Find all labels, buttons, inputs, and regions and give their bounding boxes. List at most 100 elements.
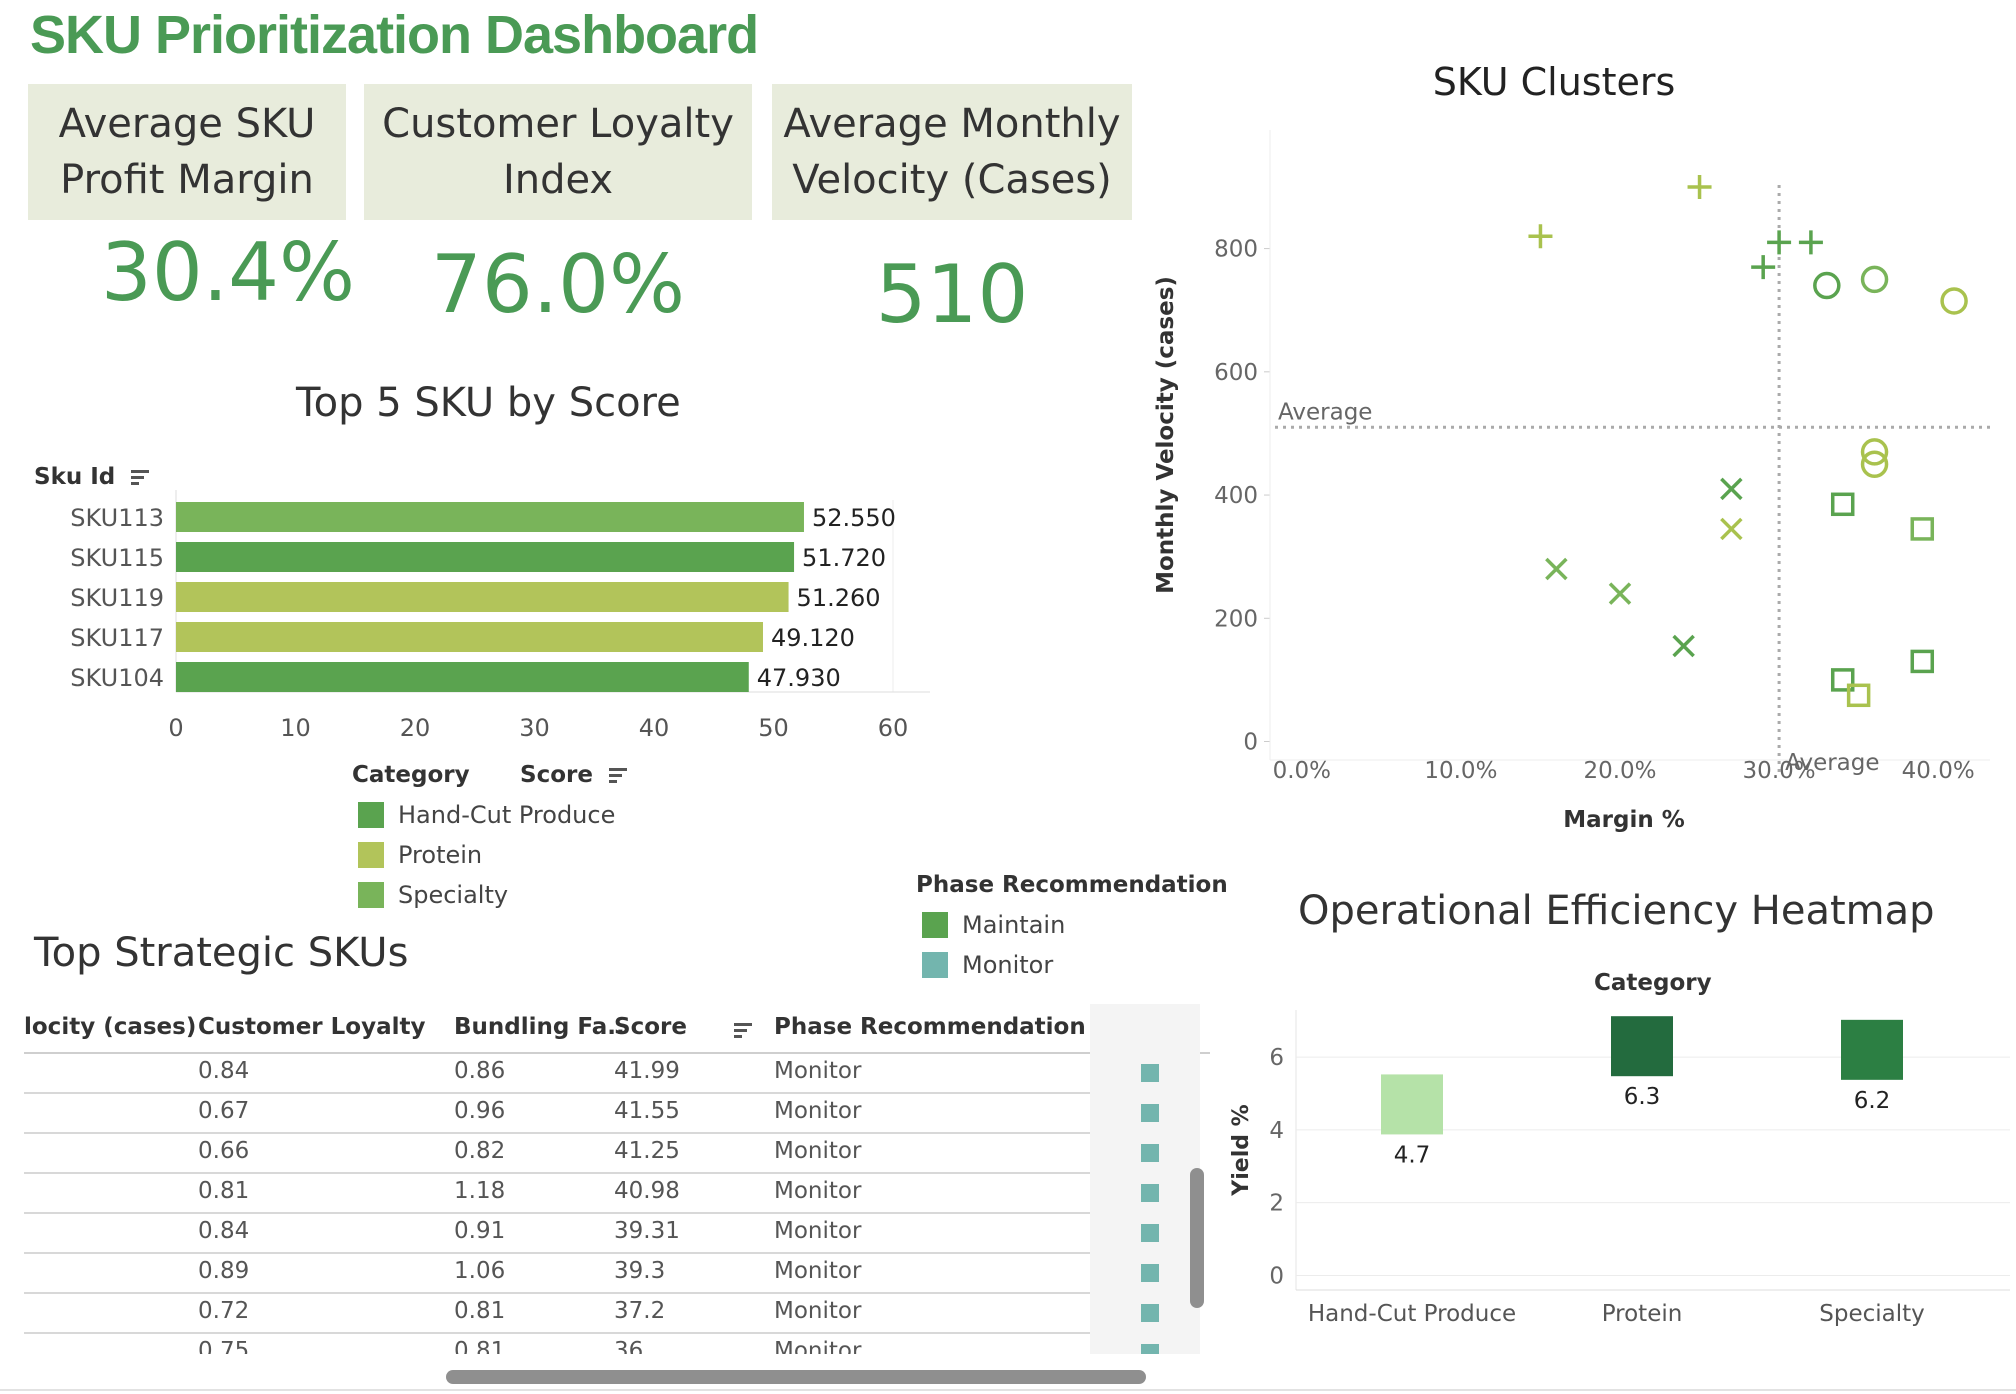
average-x-label: Average — [1785, 750, 1879, 776]
table-cell-loyalty: 0.84 — [198, 1058, 250, 1084]
table-cell-phase: Monitor — [774, 1298, 862, 1324]
phase-color-swatch — [1141, 1184, 1159, 1202]
scatter-x-label: Margin % — [1563, 807, 1685, 833]
bar-value-label: 47.930 — [757, 664, 841, 692]
table-cell-score: 40.98 — [614, 1178, 680, 1204]
strategic-sku-table: locity (cases) Customer Loyalty Bundling… — [24, 1004, 1210, 1354]
bar-category-label: SKU113 — [70, 504, 164, 532]
table-cell-loyalty: 0.66 — [198, 1138, 250, 1164]
bar-category-label: SKU117 — [70, 624, 164, 652]
scatter-point-plus — [1687, 174, 1712, 199]
kpi-loyalty-label: Customer Loyalty Index — [364, 84, 752, 220]
sort-icon[interactable] — [608, 767, 627, 784]
phase-color-swatch — [1141, 1064, 1159, 1082]
scatter-y-tick: 400 — [1214, 483, 1258, 509]
table-horizontal-scrollbar[interactable] — [446, 1370, 1146, 1384]
sort-icon[interactable] — [734, 1022, 752, 1039]
bar-x-tick: 0 — [168, 714, 183, 742]
table-row[interactable]: 0.81 1.18 40.98 Monitor — [24, 1174, 1090, 1214]
table-cell-phase: Monitor — [774, 1138, 862, 1164]
table-cell-bundling: 0.96 — [454, 1098, 506, 1124]
table-cell-loyalty: 0.67 — [198, 1098, 250, 1124]
bar-category-label: SKU115 — [70, 544, 164, 572]
heatmap-cell — [1381, 1074, 1443, 1135]
color-column-bg — [1090, 1004, 1200, 1354]
legend-item-monitor[interactable]: Monitor — [922, 951, 1053, 979]
col-phase-recommendation[interactable]: Phase Recommendation — [774, 1014, 1086, 1040]
scatter-point-square — [1910, 649, 1935, 674]
scatter-point-plus — [1751, 255, 1776, 280]
phase-color-swatch — [1141, 1304, 1159, 1322]
scatter-y-tick: 0 — [1243, 730, 1258, 756]
col-customer-loyalty[interactable]: Customer Loyalty — [198, 1014, 426, 1040]
scatter-point-plus — [1528, 224, 1553, 249]
table-row[interactable]: 0.84 0.86 41.99 Monitor — [24, 1054, 1090, 1094]
table-row[interactable]: 0.66 0.82 41.25 Monitor — [24, 1134, 1090, 1174]
table-cell-bundling: 0.81 — [454, 1338, 506, 1354]
bar-x-tick: 60 — [878, 714, 909, 742]
table-cell-loyalty: 0.89 — [198, 1258, 250, 1284]
table-cell-loyalty: 0.81 — [198, 1178, 250, 1204]
bar — [176, 662, 749, 692]
table-cell-phase: Monitor — [774, 1258, 862, 1284]
legend-label: Maintain — [962, 911, 1066, 939]
table-row[interactable]: 0.75 0.81 36 Monitor — [24, 1334, 1090, 1354]
table-row[interactable]: 0.84 0.91 39.31 Monitor — [24, 1214, 1090, 1254]
bar-value-label: 49.120 — [771, 624, 855, 652]
table-row[interactable]: 0.72 0.81 37.2 Monitor — [24, 1294, 1090, 1334]
bar-value-label: 51.260 — [797, 584, 881, 612]
heatmap-value-label: 6.2 — [1854, 1088, 1891, 1114]
col-velocity[interactable]: locity (cases) — [24, 1014, 196, 1040]
legend-label: Monitor — [962, 951, 1054, 979]
bar-x-tick: 40 — [639, 714, 670, 742]
phase-color-swatch — [1141, 1224, 1159, 1242]
scatter-point-x — [1608, 582, 1632, 605]
scatter-y-tick: 600 — [1214, 360, 1258, 386]
scatter-title: SKU Clusters — [1433, 60, 1676, 104]
kpi-velocity-label: Average Monthly Velocity (Cases) — [772, 84, 1132, 220]
kpi-margin-label: Average SKU Profit Margin — [28, 84, 346, 220]
table-cell-score: 41.55 — [614, 1098, 680, 1124]
efficiency-heatmap: Yield % 0 2 4 6 4.7 Hand-Cut Produce 6.3 Protein… — [1229, 1010, 2010, 1327]
heatmap-category-label: Hand-Cut Produce — [1308, 1301, 1516, 1327]
heatmap-y-label: Yield % — [1229, 1104, 1254, 1196]
score-legend-title: Score — [520, 762, 593, 788]
legend-item-maintain[interactable]: Maintain — [922, 911, 1065, 939]
legend-item-protein[interactable]: Protein — [358, 841, 482, 869]
category-legend-title: Category — [352, 762, 470, 788]
score-legend-header[interactable]: Score — [520, 762, 627, 788]
heatmap-value-label: 6.3 — [1624, 1084, 1661, 1110]
table-cell-bundling: 1.18 — [454, 1178, 506, 1204]
bar-x-tick: 50 — [758, 714, 789, 742]
table-cell-score: 41.99 — [614, 1058, 680, 1084]
top5-title: Top 5 SKU by Score — [296, 380, 681, 426]
top5-bar-chart: SKU113 52.550 SKU115 51.720 SKU119 51.260 SKU1… — [70, 490, 930, 742]
legend-item-hand-cut-produce[interactable]: Hand-Cut Produce — [358, 801, 615, 829]
table-cell-bundling: 0.91 — [454, 1218, 506, 1244]
table-row[interactable]: 0.89 1.06 39.3 Monitor — [24, 1254, 1090, 1294]
legend-swatch — [358, 842, 384, 868]
scatter-point-square — [1830, 492, 1855, 517]
col-bundling-factor[interactable]: Bundling Fa.. — [454, 1014, 625, 1040]
heatmap-column-header: Category — [1594, 970, 1712, 996]
scatter-y-label: Monthly Velocity (cases) — [1153, 276, 1179, 594]
col-score[interactable]: Score — [614, 1014, 687, 1040]
table-cell-score: 39.3 — [614, 1258, 666, 1284]
legend-item-specialty[interactable]: Specialty — [358, 881, 508, 909]
heatmap-title: Operational Efficiency Heatmap — [1298, 888, 1935, 934]
table-row[interactable]: 0.67 0.96 41.55 Monitor — [24, 1094, 1090, 1134]
phase-color-swatch — [1141, 1144, 1159, 1162]
table-cell-loyalty: 0.84 — [198, 1218, 250, 1244]
bar-category-label: SKU119 — [70, 584, 164, 612]
scatter-point-circle — [1940, 287, 1968, 315]
bar — [176, 582, 789, 612]
table-cell-bundling: 1.06 — [454, 1258, 506, 1284]
phase-legend-title: Phase Recommendation — [916, 872, 1228, 898]
scatter-point-x — [1545, 557, 1568, 581]
scatter-point-x — [1720, 517, 1743, 541]
heatmap-y-tick: 4 — [1269, 1118, 1284, 1144]
scatter-point-square — [1910, 517, 1935, 541]
scatter-point-circle — [1860, 265, 1889, 294]
dashboard-title: SKU Prioritization Dashboard — [30, 5, 759, 65]
table-header-row: locity (cases) Customer Loyalty Bundling… — [24, 1004, 1210, 1054]
